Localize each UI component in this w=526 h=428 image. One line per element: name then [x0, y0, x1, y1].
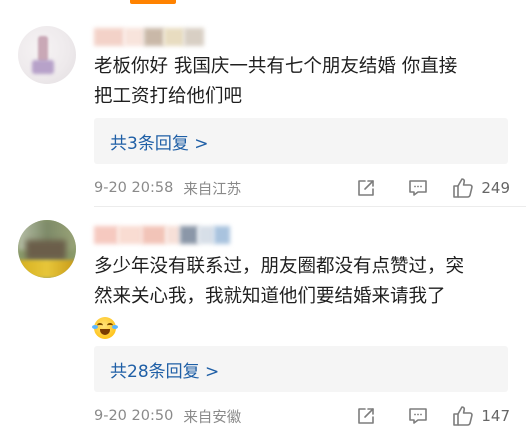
comment-location: 来自江苏 — [183, 181, 242, 198]
comment-icon — [409, 180, 428, 196]
comment-meta: 9-20 20:58 来自江苏 249 — [94, 176, 510, 200]
comment-text: 老板你好 我国庆一共有七个朋友结婚 你直接 把工资打给他们吧 — [94, 52, 510, 112]
avatar[interactable] — [18, 26, 76, 84]
share-button[interactable] — [355, 177, 377, 199]
like-button[interactable]: 147 — [451, 404, 510, 428]
username-blurred[interactable] — [94, 28, 204, 46]
comment-meta: 9-20 20:50 来自安徽 147 — [94, 404, 510, 428]
share-icon — [358, 408, 375, 424]
like-count: 249 — [481, 179, 510, 197]
comment-time: 9-20 20:58 — [94, 180, 174, 196]
comment-time: 9-20 20:50 — [94, 408, 174, 424]
share-button[interactable] — [355, 405, 377, 427]
comment-text-line: 然来关心我，我就知道他们要结婚来请我了 — [94, 286, 446, 307]
like-count: 147 — [481, 407, 510, 425]
active-tab-indicator — [130, 0, 176, 4]
emoji-line — [92, 312, 510, 342]
comment-icon — [409, 408, 428, 424]
comment-text: 多少年没有联系过，朋友圈都没有点赞过，突 然来关心我，我就知道他们要结婚来请我了 — [92, 252, 510, 342]
comment-text-line: 多少年没有联系过，朋友圈都没有点赞过，突 — [94, 256, 465, 277]
share-icon — [358, 180, 375, 196]
view-replies-button[interactable]: 共28条回复 > — [94, 346, 508, 392]
reply-button[interactable] — [407, 177, 429, 199]
replies-label: 共3条回复 > — [110, 133, 209, 154]
comment-location: 来自安徽 — [183, 409, 242, 426]
thumbs-up-icon — [453, 406, 474, 426]
divider — [94, 206, 526, 207]
avatar[interactable] — [18, 220, 76, 278]
username-blurred[interactable] — [94, 226, 230, 244]
replies-label: 共28条回复 > — [110, 361, 220, 382]
comment-text-line: 老板你好 我国庆一共有七个朋友结婚 你直接 — [94, 56, 458, 77]
thumbs-up-icon — [453, 178, 474, 198]
laugh-cry-emoji — [92, 317, 118, 339]
reply-button[interactable] — [407, 405, 429, 427]
comment-text-line: 把工资打给他们吧 — [94, 86, 243, 107]
like-button[interactable]: 249 — [451, 176, 510, 200]
view-replies-button[interactable]: 共3条回复 > — [94, 118, 508, 164]
